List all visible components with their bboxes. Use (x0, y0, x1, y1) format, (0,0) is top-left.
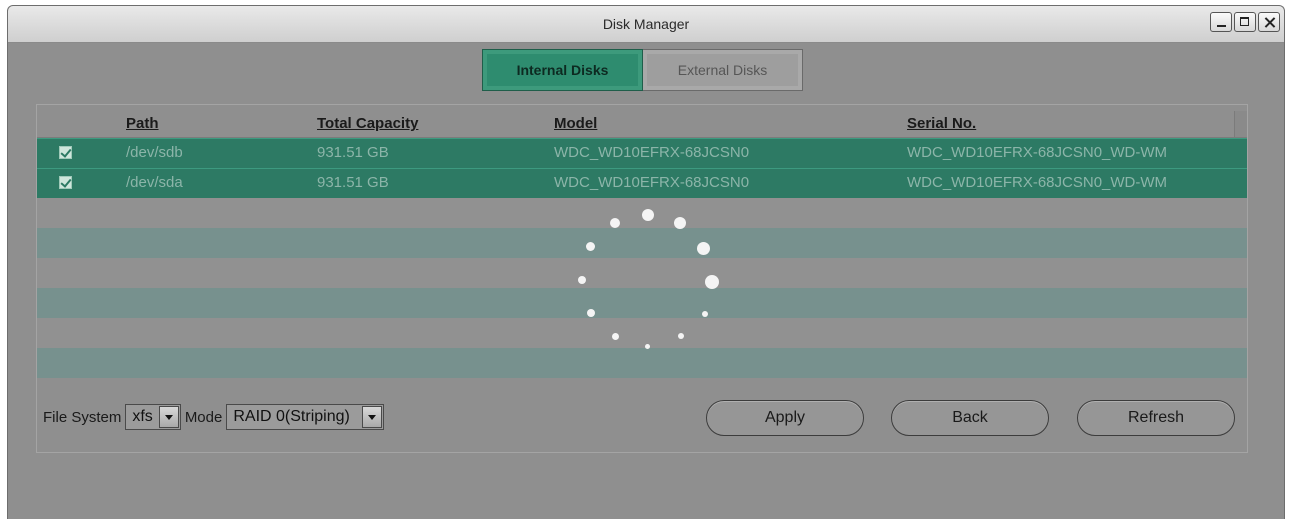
empty-row (37, 288, 1247, 318)
chevron-down-icon[interactable] (158, 406, 179, 428)
column-header-total-capacity[interactable]: Total Capacity (317, 115, 418, 132)
disk-panel: Path Total Capacity Model Serial No. /de… (36, 104, 1248, 453)
cell-path: /dev/sda (126, 174, 183, 191)
close-icon[interactable] (1258, 12, 1280, 32)
cell-capacity: 931.51 GB (317, 144, 389, 161)
minimize-icon[interactable] (1210, 12, 1232, 32)
title-bar[interactable]: Disk Manager (8, 6, 1284, 43)
checkbox-checked-icon[interactable] (59, 146, 72, 159)
tab-internal-disks[interactable]: Internal Disks (482, 49, 643, 91)
empty-row (37, 198, 1247, 228)
maximize-icon[interactable] (1234, 12, 1256, 32)
format-options: File System xfs Mode RAID 0(Striping) (43, 402, 388, 432)
empty-row (37, 258, 1247, 288)
apply-button[interactable]: Apply (706, 400, 864, 436)
file-system-select[interactable]: xfs (125, 404, 181, 430)
cell-serial: WDC_WD10EFRX-68JCSN0_WD-WM (907, 174, 1168, 191)
cell-capacity: 931.51 GB (317, 174, 389, 191)
checkbox-checked-icon[interactable] (59, 176, 72, 189)
disk-table: Path Total Capacity Model Serial No. /de… (37, 111, 1247, 378)
empty-row (37, 348, 1247, 378)
disk-type-tabs: Internal Disks External Disks (482, 49, 803, 91)
mode-value: RAID 0(Striping) (233, 408, 350, 425)
file-system-label: File System (43, 408, 122, 426)
cell-serial: WDC_WD10EFRX-68JCSN0_WD-WM (907, 144, 1168, 161)
window-controls (1210, 12, 1280, 32)
empty-row (37, 228, 1247, 258)
column-header-path[interactable]: Path (126, 115, 159, 132)
tab-external-disks[interactable]: External Disks (643, 49, 803, 91)
mode-label: Mode (184, 408, 223, 426)
table-header: Path Total Capacity Model Serial No. (37, 111, 1247, 138)
back-button[interactable]: Back (891, 400, 1049, 436)
refresh-button[interactable]: Refresh (1077, 400, 1235, 436)
table-row[interactable]: /dev/sda 931.51 GB WDC_WD10EFRX-68JCSN0 … (37, 168, 1247, 198)
cell-model: WDC_WD10EFRX-68JCSN0 (554, 144, 750, 161)
file-system-value: xfs (132, 408, 153, 425)
column-header-serial-no[interactable]: Serial No. (907, 115, 976, 132)
cell-path: /dev/sdb (126, 144, 183, 161)
window-title: Disk Manager (602, 16, 690, 32)
column-header-model[interactable]: Model (554, 115, 597, 132)
cell-model: WDC_WD10EFRX-68JCSN0 (554, 174, 750, 191)
table-row[interactable]: /dev/sdb 931.51 GB WDC_WD10EFRX-68JCSN0 … (37, 138, 1247, 168)
empty-row (37, 318, 1247, 348)
chevron-down-icon[interactable] (361, 406, 382, 428)
scrollbar[interactable] (1234, 111, 1247, 137)
mode-select[interactable]: RAID 0(Striping) (226, 404, 384, 430)
